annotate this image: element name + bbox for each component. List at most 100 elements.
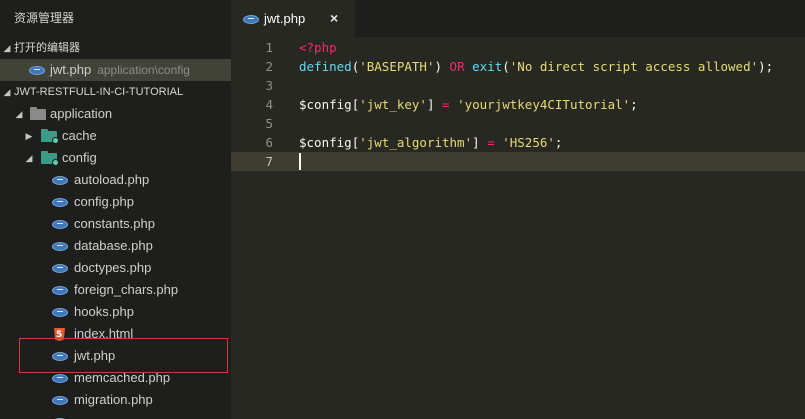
tree-file-label: jwt.php <box>74 348 116 363</box>
tree-folder-cache[interactable]: ▶ cache <box>0 125 231 147</box>
php-file-icon <box>52 220 68 229</box>
tree-folder-application[interactable]: ◢ application <box>0 103 231 125</box>
code-token: $config <box>299 97 352 112</box>
line-number: 4 <box>265 97 273 112</box>
code-token: ) <box>434 59 450 74</box>
php-file-icon <box>52 176 68 185</box>
php-file-icon <box>52 242 68 251</box>
code-token: exit <box>472 59 503 74</box>
chevron-right-icon: ▶ <box>25 131 33 141</box>
tree-file-partial <box>0 411 231 419</box>
tree-file-autoload[interactable]: autoload.php <box>0 169 231 191</box>
php-file-icon <box>52 374 68 383</box>
code-line[interactable]: 1 <?php <box>231 38 805 57</box>
html5-file-icon <box>54 328 65 341</box>
code-token: OR <box>449 59 465 74</box>
line-number: 5 <box>265 116 273 131</box>
code-token: $config <box>299 135 352 150</box>
tree-file-label: memcached.php <box>74 370 171 385</box>
tree-file-memcached[interactable]: memcached.php <box>0 367 231 389</box>
code-token: ( <box>502 59 510 74</box>
code-editor[interactable]: 1 <?php 2 defined('BASEPATH') OR exit('No d… <box>231 37 805 419</box>
tree-folder-label: application <box>50 106 113 121</box>
code-token: <?php <box>299 40 337 55</box>
tree-file-label: constants.php <box>74 216 155 231</box>
code-token: = <box>487 135 495 150</box>
folder-config-icon <box>41 151 59 166</box>
code-line[interactable]: 6 $config['jwt_algorithm'] = 'HS256'; <box>231 133 805 152</box>
tree-file-constants[interactable]: constants.php <box>0 213 231 235</box>
open-editor-path: application\config <box>97 63 190 77</box>
explorer-title: 资源管理器 <box>14 11 75 25</box>
php-file-icon <box>52 286 68 295</box>
php-file-icon <box>29 66 45 75</box>
close-icon[interactable]: × <box>330 10 338 26</box>
tree-file-label: migration.php <box>74 392 153 407</box>
code-token: = <box>442 97 450 112</box>
project-name: JWT-RESTFULL-IN-CI-TUTORIAL <box>14 86 184 98</box>
code-token: 'HS256' <box>502 135 555 150</box>
tab-bar: jwt.php × <box>231 0 805 37</box>
open-editors-label: 打开的编辑器 <box>14 42 80 54</box>
code-line[interactable]: 2 defined('BASEPATH') OR exit('No direct … <box>231 57 805 76</box>
chevron-down-icon: ◢ <box>25 153 33 163</box>
tree-file-hooks[interactable]: hooks.php <box>0 301 231 323</box>
code-token: ; <box>630 97 638 112</box>
chevron-down-icon: ◢ <box>3 87 11 97</box>
tab-jwt-php[interactable]: jwt.php × <box>231 0 355 37</box>
code-token: ; <box>554 135 563 150</box>
php-file-icon <box>243 15 259 24</box>
code-line[interactable]: 7 <box>231 152 805 171</box>
tree-file-jwt[interactable]: jwt.php <box>0 345 231 367</box>
tree-file-label: config.php <box>74 194 134 209</box>
line-number: 7 <box>265 154 273 169</box>
php-file-icon <box>52 396 68 405</box>
project-section-header[interactable]: ◢ JWT-RESTFULL-IN-CI-TUTORIAL <box>0 81 231 103</box>
code-token: 'No direct script access allowed' <box>509 59 759 74</box>
tree-file-label: autoload.php <box>74 172 150 187</box>
tree-folder-config[interactable]: ◢ config <box>0 147 231 169</box>
chevron-down-icon: ◢ <box>15 109 23 119</box>
code-text: $config['jwt_key'] = 'yourjwtkey4CITutor… <box>299 95 638 114</box>
tree-file-foreign-chars[interactable]: foreign_chars.php <box>0 279 231 301</box>
code-token: 'BASEPATH' <box>359 59 435 74</box>
open-editors-section-header[interactable]: ◢ 打开的编辑器 <box>0 37 231 59</box>
tree-file-migration[interactable]: migration.php <box>0 389 231 411</box>
explorer-sidebar: 资源管理器 ◢ 打开的编辑器 jwt.php application\config… <box>0 0 231 419</box>
tree-file-label: hooks.php <box>74 304 134 319</box>
code-token: 'jwt_algorithm' <box>359 135 473 150</box>
tab-label: jwt.php <box>264 11 306 26</box>
editor-area: jwt.php × 1 <?php 2 defined('BASEPATH') OR … <box>231 0 805 419</box>
code-token: ] <box>472 135 488 150</box>
tree-file-doctypes[interactable]: doctypes.php <box>0 257 231 279</box>
php-file-icon <box>52 198 68 207</box>
code-token: 'yourjwtkey4CITutorial' <box>457 97 631 112</box>
tree-file-config[interactable]: config.php <box>0 191 231 213</box>
tree-file-label: index.html <box>74 326 134 341</box>
code-text: defined('BASEPATH') OR exit('No direct s… <box>299 57 773 76</box>
open-editor-filename: jwt.php <box>50 62 92 77</box>
chevron-down-icon: ◢ <box>3 43 11 53</box>
line-number: 1 <box>265 40 273 55</box>
tree-file-label: foreign_chars.php <box>74 282 179 297</box>
tree-file-database[interactable]: database.php <box>0 235 231 257</box>
open-editor-item-jwt[interactable]: jwt.php application\config <box>0 59 231 81</box>
line-number: 6 <box>265 135 273 150</box>
folder-cache-icon <box>41 129 59 144</box>
code-text: $config['jwt_algorithm'] = 'HS256'; <box>299 133 562 152</box>
code-line[interactable]: 5 <box>231 114 805 133</box>
tree-file-label: database.php <box>74 238 153 253</box>
code-token: ] <box>426 97 443 112</box>
code-token: ); <box>758 59 774 74</box>
tree-file-label: doctypes.php <box>74 260 152 275</box>
code-line[interactable]: 4 $config['jwt_key'] = 'yourjwtkey4CITuto… <box>231 95 805 114</box>
php-file-icon <box>52 264 68 273</box>
line-number: 2 <box>265 59 273 74</box>
php-file-icon <box>52 352 68 361</box>
code-token: defined <box>299 59 352 74</box>
tree-file-index-html[interactable]: index.html <box>0 323 231 345</box>
code-line[interactable]: 3 <box>231 76 805 95</box>
text-cursor <box>299 153 301 170</box>
